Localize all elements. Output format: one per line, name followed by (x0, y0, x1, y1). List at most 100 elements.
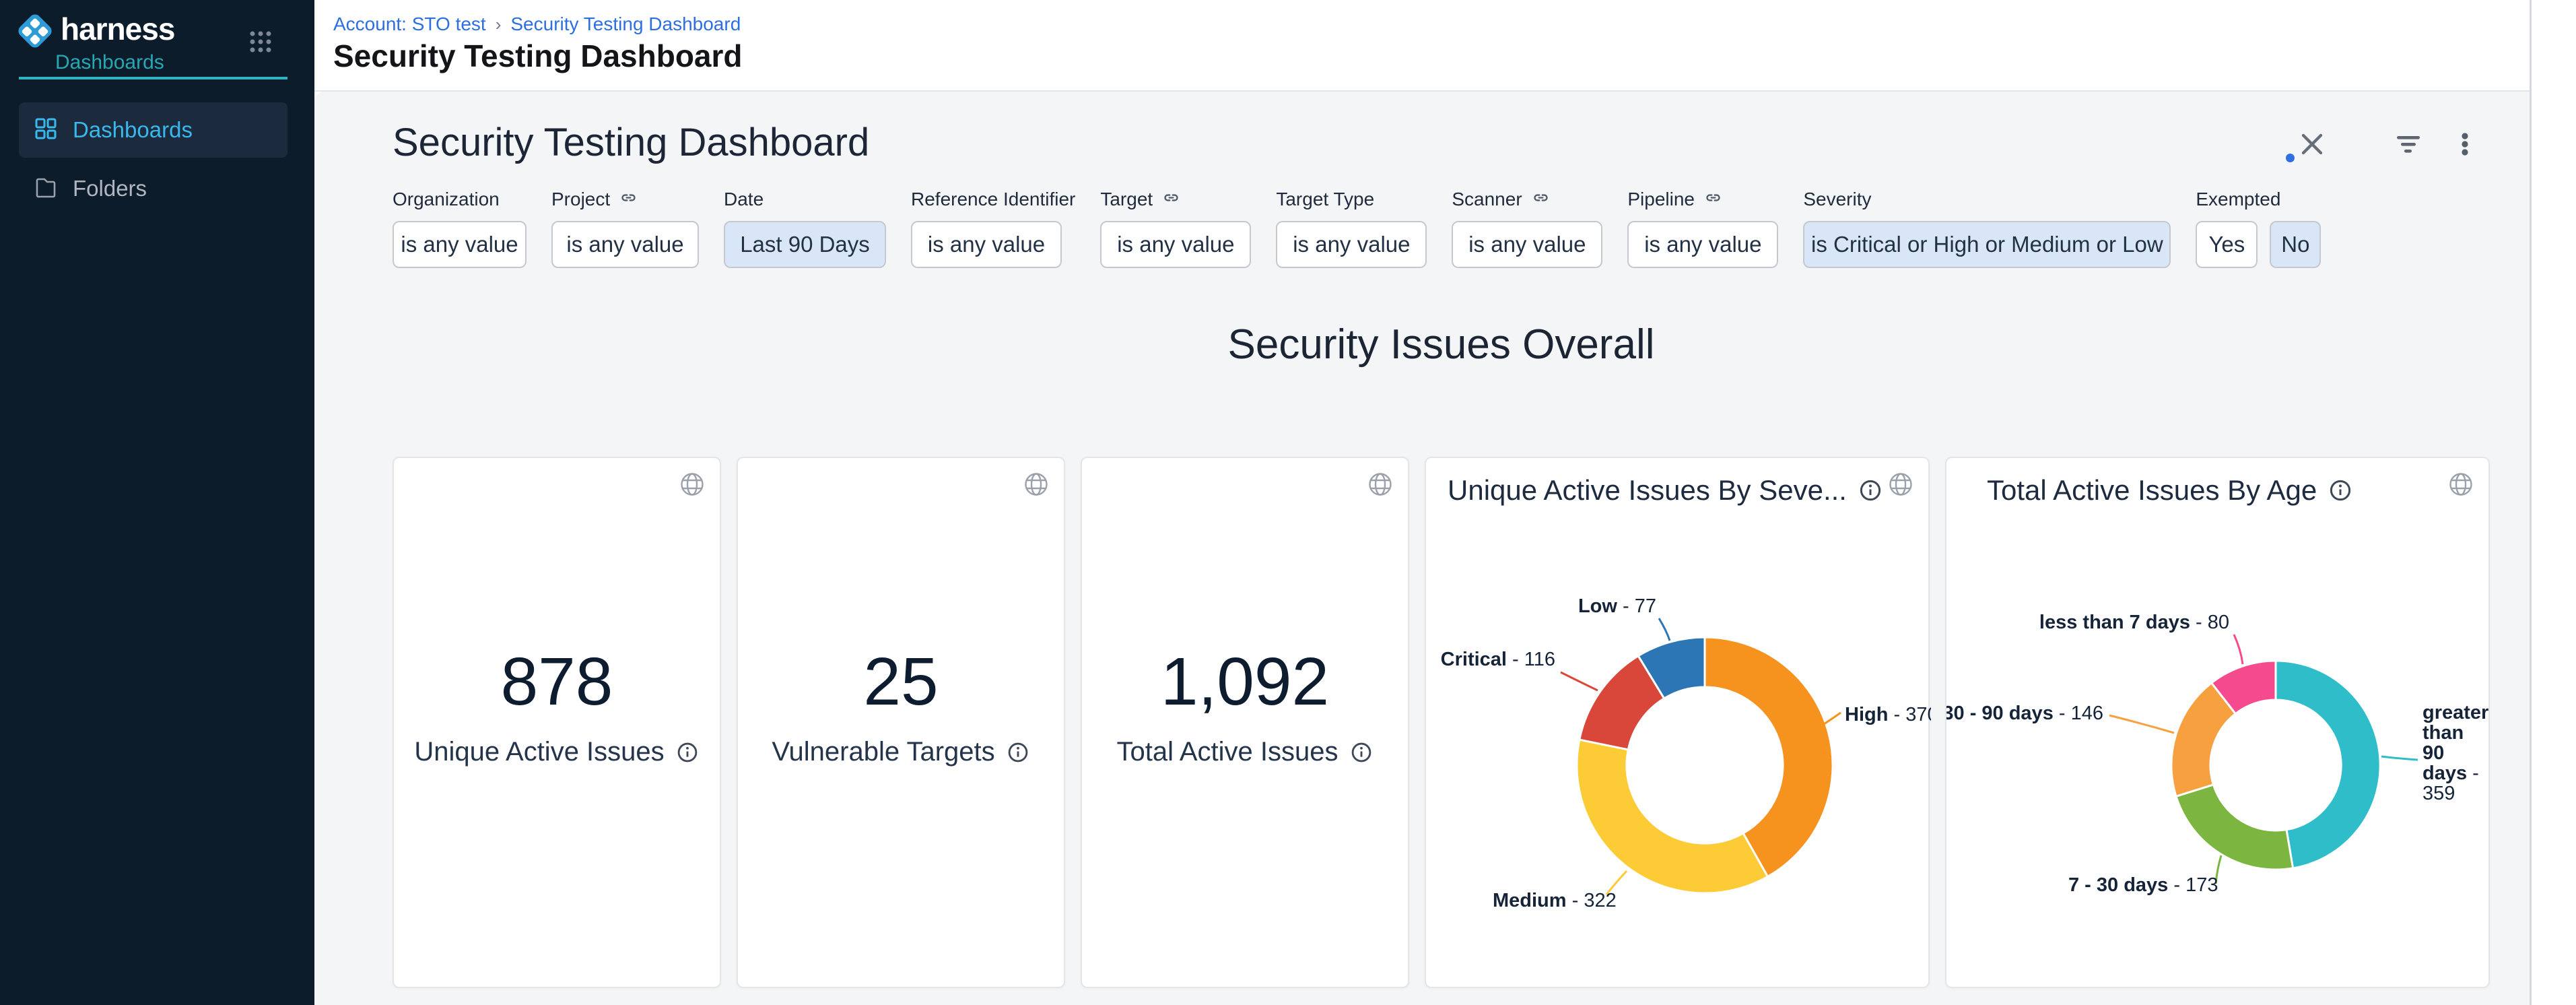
chart-card-unique-active-issues-by-seve: High - 370 Medium - 322 Critical - 116 Low … (1425, 457, 1930, 988)
filter-group-date: DateLast 90 Days (724, 187, 886, 268)
filter-value-pipeline[interactable]: is any value (1627, 221, 1778, 268)
chart-title: Unique Active Issues By Seve... (1448, 474, 1847, 507)
info-icon[interactable] (1006, 740, 1030, 765)
sidebar-item-label: Dashboards (73, 117, 193, 143)
donut-label: High - 370 (1845, 704, 1931, 725)
harness-logo-icon[interactable] (16, 12, 55, 51)
stat-card-unique-active-issues: 878Unique Active Issues (393, 457, 721, 988)
kebab-menu-icon[interactable] (2451, 131, 2478, 161)
donut-label: less than 7 days - 80 (2039, 612, 2229, 633)
stat-value: 1,092 (1082, 648, 1408, 715)
module-grid-icon[interactable] (248, 30, 273, 57)
donut-chart: High - 370 Medium - 322 Critical - 116 Low … (1426, 458, 1931, 987)
breadcrumb-account-link[interactable]: Account: STO test (333, 13, 486, 35)
donut-label: 7 - 30 days - 173 (2068, 874, 2218, 896)
filter-label: Organization (393, 189, 500, 210)
donut-label: 359 (2422, 783, 2455, 804)
folder-icon (34, 175, 58, 203)
section-title: Security Issues Overall (393, 321, 2490, 368)
donut-segment-greater-than-90-days[interactable] (2276, 661, 2380, 868)
sidebar-item-folders[interactable]: Folders (19, 170, 287, 207)
filter-toggle-yes[interactable]: Yes (2196, 221, 2258, 268)
filter-label: Project (551, 189, 610, 210)
filter-label: Scanner (1452, 189, 1522, 210)
sidebar-item-label: Folders (73, 176, 147, 201)
harness-dashboard-app: Account: STO test › Security Testing Das… (0, 0, 2576, 1005)
donut-label: greater (2422, 702, 2488, 723)
stat-value: 878 (394, 648, 720, 715)
filter-value-scanner[interactable]: is any value (1452, 221, 1602, 268)
info-icon[interactable] (675, 740, 700, 765)
top-header: Account: STO test › Security Testing Das… (314, 0, 2530, 92)
filter-value-target-type[interactable]: is any value (1276, 221, 1427, 268)
filter-group-target: Target is any value (1100, 187, 1251, 268)
explore-globe-icon[interactable] (1367, 472, 1393, 500)
filter-value-severity[interactable]: is Critical or High or Medium or Low (1803, 221, 2171, 268)
filter-label: Target (1100, 189, 1153, 210)
link-icon (1704, 189, 1722, 210)
filter-group-target-type: Target Type is any value (1276, 187, 1427, 268)
close-icon[interactable] (2299, 131, 2326, 161)
filter-group-exempted: Exempted Yes No (2196, 187, 2321, 268)
dashboard-content: Security Testing Dashboard Organizationi… (314, 92, 2530, 1005)
filter-group-pipeline: Pipeline is any value (1627, 187, 1778, 268)
stat-card-total-active-issues: 1,092 Total Active Issues (1081, 457, 1409, 988)
donut-segment-medium[interactable] (1577, 740, 1768, 893)
label-leader-line (2381, 756, 2418, 760)
scrollbar-track[interactable] (2530, 0, 2576, 1005)
filter-value-project[interactable]: is any value (551, 221, 699, 268)
info-icon[interactable] (2328, 478, 2353, 503)
explore-globe-icon[interactable] (679, 472, 705, 500)
filter-group-organization: Organization is any value (393, 187, 527, 268)
filter-group-scanner: Scanner is any value (1452, 187, 1602, 268)
donut-chart: greaterthan90days -3597 - 30 days - 1733… (1946, 458, 2491, 987)
breadcrumb: Account: STO test › Security Testing Das… (333, 13, 741, 35)
label-leader-line (1659, 618, 1670, 641)
brand-name: harness (61, 11, 174, 47)
donut-segment-7-30-days[interactable] (2176, 785, 2293, 870)
info-icon[interactable] (1858, 478, 1883, 503)
filter-toggle-no[interactable]: No (2270, 221, 2321, 268)
filter-value-target[interactable]: is any value (1100, 221, 1251, 268)
label-leader-line (2109, 715, 2174, 733)
donut-label: Critical - 116 (1441, 649, 1555, 670)
filter-label: Severity (1803, 189, 1871, 210)
sidebar-divider (19, 77, 287, 79)
stat-label: Total Active Issues (1116, 737, 1338, 767)
explore-globe-icon[interactable] (2448, 472, 2474, 500)
filter-value-date[interactable]: Last 90 Days (724, 221, 886, 268)
breadcrumb-chevron-icon: › (496, 14, 502, 35)
label-leader-line (2234, 635, 2243, 664)
filter-label: Exempted (2196, 189, 2280, 210)
filter-label: Target Type (1276, 189, 1374, 210)
filter-group-severity: Severity is Critical or High or Medium or… (1803, 187, 2171, 268)
breadcrumb-page-link[interactable]: Security Testing Dashboard (510, 13, 741, 35)
cards-row: 878Unique Active Issues 25 Vulnerable Tar… (393, 457, 2490, 988)
filter-value-organization[interactable]: is any value (393, 221, 527, 268)
stat-card-vulnerable-targets: 25 Vulnerable Targets (737, 457, 1065, 988)
filter-icon[interactable] (2395, 131, 2422, 161)
sidebar: harness Dashboards Dashboards (0, 0, 314, 1005)
link-icon (619, 189, 638, 210)
donut-label: Medium - 322 (1493, 890, 1617, 911)
stat-label: Vulnerable Targets (772, 737, 994, 767)
stat-value: 25 (738, 648, 1064, 715)
explore-globe-icon[interactable] (1888, 472, 1913, 500)
cursor-dot (2286, 154, 2295, 162)
info-icon[interactable] (1349, 740, 1374, 765)
link-icon (1532, 189, 1550, 210)
chart-title: Total Active Issues By Age (1987, 474, 2317, 507)
label-leader-line (1561, 672, 1598, 690)
donut-label: Low - 77 (1578, 595, 1656, 617)
page-title: Security Testing Dashboard (333, 38, 743, 74)
filter-value-reference-identifier[interactable]: is any value (911, 221, 1062, 268)
explore-globe-icon[interactable] (1023, 472, 1049, 500)
brand-subtitle: Dashboards (55, 51, 164, 74)
donut-label: days - (2422, 763, 2479, 784)
dashboards-icon (34, 117, 58, 144)
sidebar-item-dashboards[interactable]: Dashboards (19, 102, 287, 158)
chart-card-total-active-issues-by-age: greaterthan90days -3597 - 30 days - 1733… (1945, 457, 2490, 988)
link-icon (1162, 189, 1180, 210)
donut-label: 30 - 90 days - 146 (1946, 703, 2103, 724)
filter-group-project: Project is any value (551, 187, 699, 268)
